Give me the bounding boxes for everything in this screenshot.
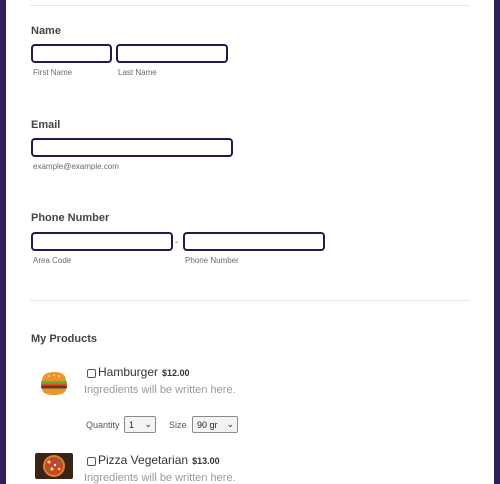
hamburger-checkbox[interactable] [87,369,96,378]
products-title: My Products [31,333,98,345]
phone-separator: - [175,237,179,248]
hamburger-name-row: Hamburger $12.00 [98,365,190,379]
last-name-input[interactable] [116,44,228,63]
area-code-sublabel: Area Code [33,256,72,265]
phone-number-input[interactable] [183,232,325,251]
pizza-name: Pizza Vegetarian [98,453,189,467]
email-sublabel: example@example.com [33,162,119,171]
size-select[interactable]: 90 gr ⌄ [192,416,238,433]
name-label: Name [31,25,61,37]
size-value: 90 gr [197,420,218,430]
chevron-down-icon: ⌄ [226,419,234,429]
last-name-sublabel: Last Name [118,68,157,77]
hamburger-description: Ingredients will be written here. [84,384,236,396]
phone-number-sublabel: Phone Number [185,256,239,265]
pizza-price: $13.00 [192,456,220,466]
pizza-icon [35,453,73,479]
phone-label: Phone Number [31,212,110,224]
email-label: Email [31,119,61,131]
hamburger-name: Hamburger [98,365,159,379]
area-code-input[interactable] [31,232,173,251]
size-label: Size [169,420,187,430]
hamburger-price: $12.00 [162,368,190,378]
section-divider [30,300,470,301]
pizza-description: Ingredients will be written here. [84,472,236,484]
hamburger-icon [41,372,67,395]
quantity-select[interactable]: 1 ⌄ [124,416,156,433]
quantity-value: 1 [129,420,135,430]
pizza-name-row: Pizza Vegetarian $13.00 [98,453,220,467]
quantity-label: Quantity [86,420,120,430]
chevron-down-icon: ⌄ [144,419,152,429]
form-card: Name First Name Last Name Email example@… [6,0,494,484]
first-name-input[interactable] [31,44,112,63]
top-divider [30,5,470,6]
pizza-checkbox[interactable] [87,457,96,466]
email-input[interactable] [31,138,233,157]
first-name-sublabel: First Name [33,68,73,77]
